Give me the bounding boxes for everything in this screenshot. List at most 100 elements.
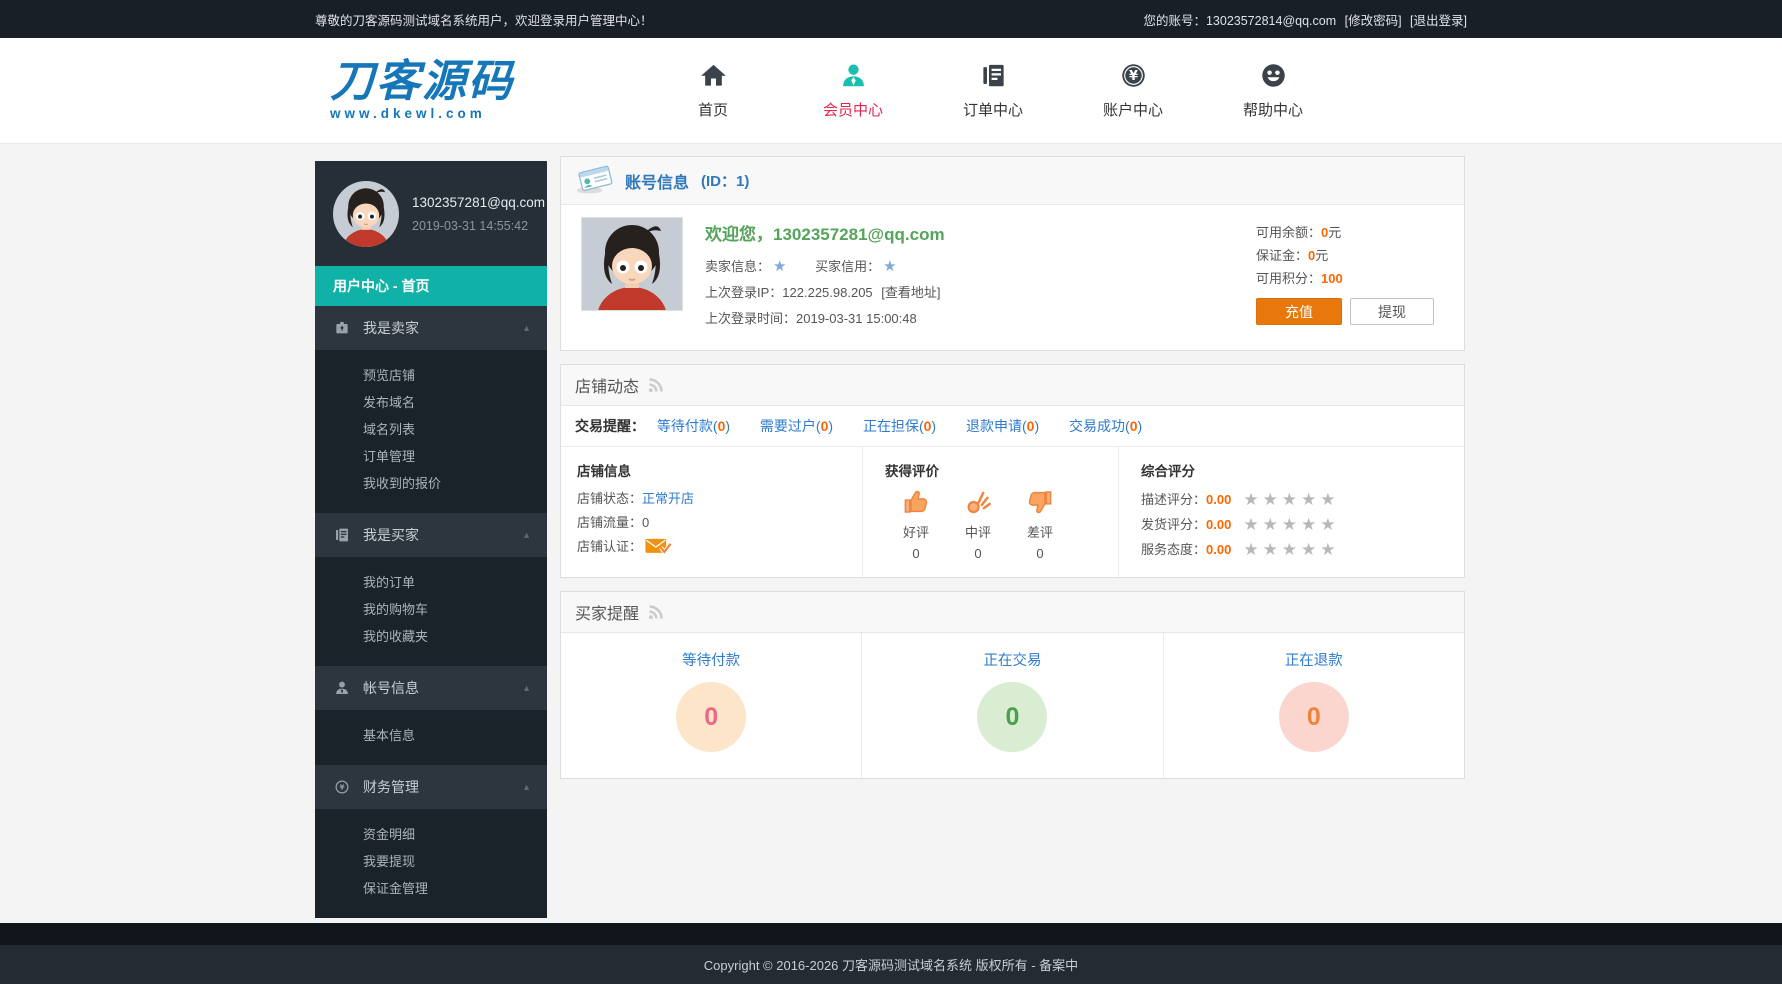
score-row-shipping: 发货评分： 0.00 [1141, 512, 1464, 537]
trade-reminder-row: 交易提醒： 等待付款0 需要过户0 正在担保0 退款申请0 交易成功0 [561, 406, 1464, 447]
thumb-down-icon [1025, 505, 1055, 520]
nav-item-order-center[interactable]: 订单中心 [923, 62, 1063, 120]
logo[interactable]: 刀客源码 www.dkewl.com [330, 60, 514, 121]
sidebar-item-received-offers[interactable]: 我收到的报价 [315, 470, 547, 497]
topbar: 尊敬的刀客源码测试域名系统用户，欢迎登录用户管理中心！ 您的账号：1302357… [0, 0, 1782, 38]
svg-text:¥: ¥ [340, 784, 345, 792]
user-icon [334, 680, 350, 696]
reminder-link-in-escrow[interactable]: 正在担保0 [863, 418, 936, 434]
sidebar-item-basic-info[interactable]: 基本信息 [315, 722, 547, 749]
buyer-col-in-trade: 正在交易 0 [862, 633, 1163, 778]
collapse-caret-icon [522, 530, 531, 540]
logo-subtitle: www.dkewl.com [330, 107, 514, 121]
buyer-reminder-panel: 买家提醒 等待付款 0 正在交易 0 正在退款 [560, 591, 1465, 779]
smiley-icon [1203, 62, 1343, 92]
nav-item-account-center[interactable]: ¥ 账户中心 [1063, 62, 1203, 120]
reminder-link-transfer-needed[interactable]: 需要过户0 [760, 418, 833, 434]
withdraw-button[interactable]: 提现 [1350, 298, 1434, 325]
last-login-ip-row: 上次登录IP：122.225.98.205 [查看地址] [705, 280, 945, 306]
profile-email: 1302357281@qq.com [412, 195, 545, 210]
account-label: 您的账号： [1143, 14, 1206, 28]
shop-status-row: 店铺状态： 正常开店 [577, 487, 862, 511]
score-row-service: 服务态度： 0.00 [1141, 537, 1464, 562]
sidebar-item-order-management[interactable]: 订单管理 [315, 443, 547, 470]
change-password-link[interactable]: [修改密码] [1345, 14, 1402, 28]
sidebar-item-preview-shop[interactable]: 预览店铺 [315, 362, 547, 389]
star-rating [1243, 512, 1339, 537]
refunding-link[interactable]: 正在退款 [1285, 649, 1343, 670]
nav-item-home[interactable]: 首页 [643, 62, 783, 120]
reminder-link-refund-request[interactable]: 退款申请0 [966, 418, 1039, 434]
star-rating [1243, 537, 1339, 562]
credit-row: 卖家信息： 买家信用： [705, 254, 945, 280]
recharge-button[interactable]: 充值 [1256, 298, 1342, 325]
sidebar-section-buyer[interactable]: 我是买家 [315, 513, 547, 557]
scores-col: 综合评分 描述评分： 0.00 发货评分： 0.00 服务态度： [1119, 447, 1464, 577]
shop-activity-panel: 店铺动态 交易提醒： 等待付款0 需要过户0 正在担保0 退款申请0 交易成功0… [560, 364, 1465, 578]
count-circle: 0 [977, 682, 1047, 752]
points-row: 可用积分：100 [1256, 267, 1434, 290]
sidebar-item-fund-details[interactable]: 资金明细 [315, 821, 547, 848]
score-row-description: 描述评分： 0.00 [1141, 487, 1464, 512]
account-info-menu: 基本信息 [315, 710, 547, 765]
sidebar: 1302357281@qq.com 2019-03-31 14:55:42 用户… [315, 161, 547, 918]
logo-title: 刀客源码 [330, 60, 514, 104]
account-id: (ID：1) [701, 170, 749, 191]
panel-title: 店铺动态 [575, 373, 639, 397]
sidebar-section-account-info[interactable]: 帐号信息 [315, 666, 547, 710]
balance-row: 可用余额：0元 [1256, 221, 1434, 244]
finance-menu: 资金明细 我要提现 保证金管理 [315, 809, 547, 918]
balance-box: 可用余额：0元 保证金：0元 可用积分：100 充值 提现 [1256, 221, 1434, 325]
rss-icon [647, 604, 664, 621]
reminder-link-trade-success[interactable]: 交易成功0 [1069, 418, 1142, 434]
topbar-welcome: 尊敬的刀客源码测试域名系统用户，欢迎登录用户管理中心！ [315, 10, 653, 29]
sidebar-section-finance[interactable]: ¥ 财务管理 [315, 765, 547, 809]
buyer-col-waiting-payment: 等待付款 0 [561, 633, 862, 778]
sidebar-item-my-cart[interactable]: 我的购物车 [315, 596, 547, 623]
buyer-menu: 我的订单 我的购物车 我的收藏夹 [315, 557, 547, 666]
nav-item-help-center[interactable]: 帮助中心 [1203, 62, 1343, 120]
panel-title: 买家提醒 [575, 600, 639, 624]
shop-traffic-value: 0 [642, 511, 649, 535]
collapse-caret-icon [522, 323, 531, 333]
sidebar-item-domain-list[interactable]: 域名列表 [315, 416, 547, 443]
member-icon [783, 62, 923, 92]
view-address-link[interactable]: [查看地址] [881, 285, 940, 300]
credit-star-icon [883, 258, 896, 275]
footer: Copyright © 2016-2026 刀客源码测试域名系统 版权所有 - … [0, 945, 1782, 984]
seller-menu: 预览店铺 发布域名 域名列表 订单管理 我收到的报价 [315, 350, 547, 513]
in-trade-link[interactable]: 正在交易 [983, 649, 1041, 670]
buyer-col-refunding: 正在退款 0 [1164, 633, 1464, 778]
last-login-ip: 122.225.98.205 [782, 285, 872, 300]
reminder-link-waiting-payment[interactable]: 等待付款0 [657, 418, 730, 434]
waiting-payment-link[interactable]: 等待付款 [682, 649, 740, 670]
sidebar-item-my-orders[interactable]: 我的订单 [315, 569, 547, 596]
shop-status-link[interactable]: 正常开店 [642, 487, 694, 511]
sidebar-item-withdraw[interactable]: 我要提现 [315, 848, 547, 875]
shop-traffic-row: 店铺流量： 0 [577, 511, 862, 535]
nav-item-member-center[interactable]: 会员中心 [783, 62, 923, 120]
account-info-panel: 账号信息 (ID：1) 欢迎您，1302357281@qq.com 卖家信息： … [560, 156, 1465, 351]
count-circle: 0 [676, 682, 746, 752]
sidebar-active-item[interactable]: 用户中心 - 首页 [315, 266, 547, 306]
user-avatar [581, 217, 683, 311]
main-nav: 首页 会员中心 [643, 62, 1343, 120]
count-circle: 0 [1279, 682, 1349, 752]
sidebar-section-seller[interactable]: 我是卖家 [315, 306, 547, 350]
rating-medium: 中评 0 [947, 487, 1009, 561]
main-content: 账号信息 (ID：1) 欢迎您，1302357281@qq.com 卖家信息： … [560, 156, 1465, 792]
rating-bad: 差评 0 [1009, 487, 1071, 561]
logout-link[interactable]: [退出登录] [1410, 14, 1467, 28]
profile-login-time: 2019-03-31 14:55:42 [412, 219, 545, 233]
header: 刀客源码 www.dkewl.com 首页 会员中心 [0, 38, 1782, 144]
bottom-strip [0, 923, 1782, 945]
sidebar-item-deposit-management[interactable]: 保证金管理 [315, 875, 547, 902]
panel-title: 账号信息 [625, 169, 689, 193]
last-login-time-row: 上次登录时间：2019-03-31 15:00:48 [705, 306, 945, 332]
collapse-caret-icon [522, 683, 531, 693]
id-card-icon [575, 162, 615, 200]
sidebar-item-publish-domain[interactable]: 发布域名 [315, 389, 547, 416]
sidebar-item-my-favorites[interactable]: 我的收藏夹 [315, 623, 547, 650]
order-list-icon [923, 62, 1063, 92]
star-rating [1243, 487, 1339, 512]
